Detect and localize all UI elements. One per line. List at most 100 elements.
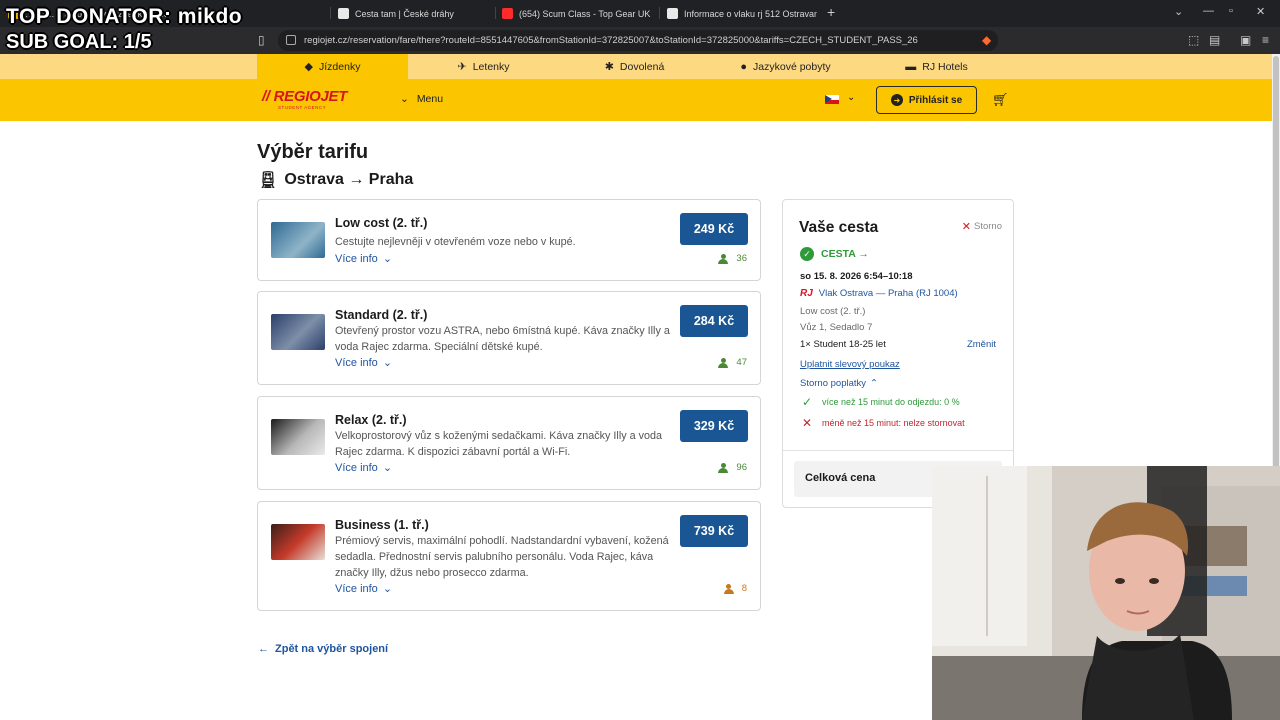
more-info-link[interactable]: Více info ⌄ [335,582,392,596]
train-label: Vlak Ostrava — Praha (RJ 1004) [818,288,958,299]
nav-item-dovolena[interactable]: ✱ Dovolená [559,54,710,79]
free-seats: 47 [718,357,747,368]
more-info-link[interactable]: Více info ⌄ [335,356,393,370]
sun-icon: ✱ [604,61,614,73]
nav-item-rj-hotels[interactable]: ▬ RJ Hotels [861,54,1012,79]
tab-favicon [667,8,678,19]
maximize-icon[interactable]: ▫ [1229,5,1233,17]
nav-item-jizdenky[interactable]: ◆ Jízdenky [257,54,408,79]
more-info-label: Více info [335,461,378,474]
chevron-down-icon: ⌄ [382,357,393,369]
route-text: Ostrava → Praha [284,171,414,188]
fare-card-business[interactable]: Business (1. tř.) Prémiový servis, maxim… [257,501,761,611]
more-info-label: Více info [335,356,378,369]
fee-rule: ✓ více než 15 minut do odjezdu: 0 % [802,395,960,409]
fare-description: Prémiový servis, maximální pohodlí. Nads… [335,535,669,579]
route-heading: 🚆︎ Ostrava → Praha [258,170,413,190]
seats-count: 8 [741,583,747,594]
czech-flag-icon[interactable] [825,95,839,104]
login-icon: ➜ [890,94,903,106]
top-navigation: ◆ Jízdenky ✈ Letenky ✱ Dovolená ● Jazyko… [0,54,1272,79]
storno-button[interactable]: ✕ Storno [962,220,1002,233]
site-info-icon[interactable] [286,35,296,45]
free-seats: 96 [718,462,747,473]
fees-label: Storno poplatky [800,378,867,389]
bed-icon: ▬ [905,60,917,73]
price-button[interactable]: 739 Kč [680,515,748,547]
fare-image [271,524,325,560]
fare-card-standard[interactable]: Standard (2. tř.) Otevřený prostor vozu … [257,291,761,385]
check-circle-icon: ✓ [800,247,814,261]
site-header: // REGIOJET STUDENT AGENCY ⌄ Menu ⌄ ➜ Př… [0,79,1272,121]
back-to-connections-link[interactable]: ← Zpět na výběr spojení [258,643,388,655]
bookmark-icon[interactable]: ▯ [258,33,265,47]
close-window-icon[interactable]: ✕ [1256,5,1265,18]
trip-status: ✓ CESTA → [800,247,869,261]
voucher-link[interactable]: Uplatnit slevový poukaz [800,359,900,370]
minimize-icon[interactable]: — [1203,5,1214,17]
menu-label: Menu [416,93,444,105]
rj-logo-icon: RJ [800,288,813,299]
logo-text: // REGIOJET [262,88,348,105]
divider [783,450,1013,451]
page-title: Výběr tarifu [257,141,369,163]
price-button[interactable]: 284 Kč [680,305,748,337]
regiojet-logo[interactable]: // REGIOJET STUDENT AGENCY [262,88,347,110]
seat-text: Vůz 1, Sedadlo 7 [800,322,873,333]
person-icon [718,462,729,473]
url-input[interactable]: regiojet.cz/reservation/fare/there?route… [278,30,998,51]
brave-shield-icon[interactable]: ◆ [982,33,991,47]
seats-count: 47 [736,357,747,368]
sub-goal-overlay: SUB GOAL: 1/5 [6,31,152,53]
extensions-icon[interactable]: ⬚ [1188,33,1199,47]
cancellation-fees-toggle[interactable]: Storno poplatky ⌃ [800,378,878,389]
fare-name: Low cost (2. tř.) [335,216,428,230]
fare-image [271,314,325,350]
webcam-overlay [932,466,1280,720]
fare-name: Business (1. tř.) [335,518,429,532]
train-link[interactable]: RJ Vlak Ostrava — Praha (RJ 1004) [800,288,958,299]
browser-tab[interactable]: Informace o vlaku rj 512 Ostravan | C [667,4,817,23]
nav-item-letenky[interactable]: ✈ Letenky [408,54,559,79]
menu-button[interactable]: ⌄ Menu [400,93,443,105]
browser-menu-icon[interactable]: ≡ [1262,33,1269,47]
train-icon: 🚆︎ [258,172,279,189]
chevron-down-icon: ⌄ [400,93,409,105]
nav-item-label: Letenky [472,60,510,73]
fee-rule-text: méně než 15 minut: nelze stornovat [822,418,965,428]
free-seats: 36 [718,253,747,264]
nav-item-jazykove-pobyty[interactable]: ● Jazykové pobyty [710,54,861,79]
chevron-down-icon: ⌄ [382,462,393,474]
check-icon: ✓ [802,395,813,409]
free-seats: 8 [723,583,747,594]
delete-icon[interactable]: ▤ [1209,33,1220,47]
chevron-up-icon: ⌃ [870,378,878,389]
change-passengers-link[interactable]: Změnit [967,339,996,350]
fare-card-low-cost[interactable]: Low cost (2. tř.) Cestujte nejlevněji v … [257,199,761,281]
tab-list-icon[interactable]: ⌄ [1174,5,1183,18]
seats-count: 36 [736,253,747,264]
cart-icon[interactable]: 🛒︎ [992,92,1009,108]
more-info-link[interactable]: Více info ⌄ [335,461,393,475]
arrow-left-icon: ← [258,643,269,655]
trip-date: so 15. 8. 2026 6:54–10:18 [800,271,913,282]
tab-title: Informace o vlaku rj 512 Ostravan | C [684,8,817,19]
fare-card-relax[interactable]: Relax (2. tř.) Velkoprostorový vůz s kož… [257,396,761,490]
browser-tab[interactable]: Cesta tam | České dráhy [338,4,488,23]
cross-icon: ✕ [802,416,813,430]
sidebar-toggle-icon[interactable]: ▣ [1240,33,1251,47]
more-info-link[interactable]: Více info ⌄ [335,252,392,266]
trip-summary: Vaše cesta ✕ Storno ✓ CESTA → so 15. 8. … [782,199,1014,508]
plane-icon: ✈ [457,61,467,73]
browser-tab[interactable]: (654) Scum Class - Top Gear UK - You [502,4,652,23]
price-button[interactable]: 249 Kč [680,213,748,245]
new-tab-button[interactable]: + [827,4,835,20]
nav-item-label: Jízdenky [319,60,361,73]
scrollbar-thumb[interactable] [1273,56,1279,476]
login-button[interactable]: ➜ Přihlásit se [876,86,977,114]
fee-rule-text: více než 15 minut do odjezdu: 0 % [822,397,960,407]
fare-description: Velkoprostorový vůz s koženými sedačkami… [335,430,663,458]
tariff-text: Low cost (2. tř.) [800,306,866,317]
chevron-down-icon[interactable]: ⌄ [847,92,855,103]
price-button[interactable]: 329 Kč [680,410,748,442]
